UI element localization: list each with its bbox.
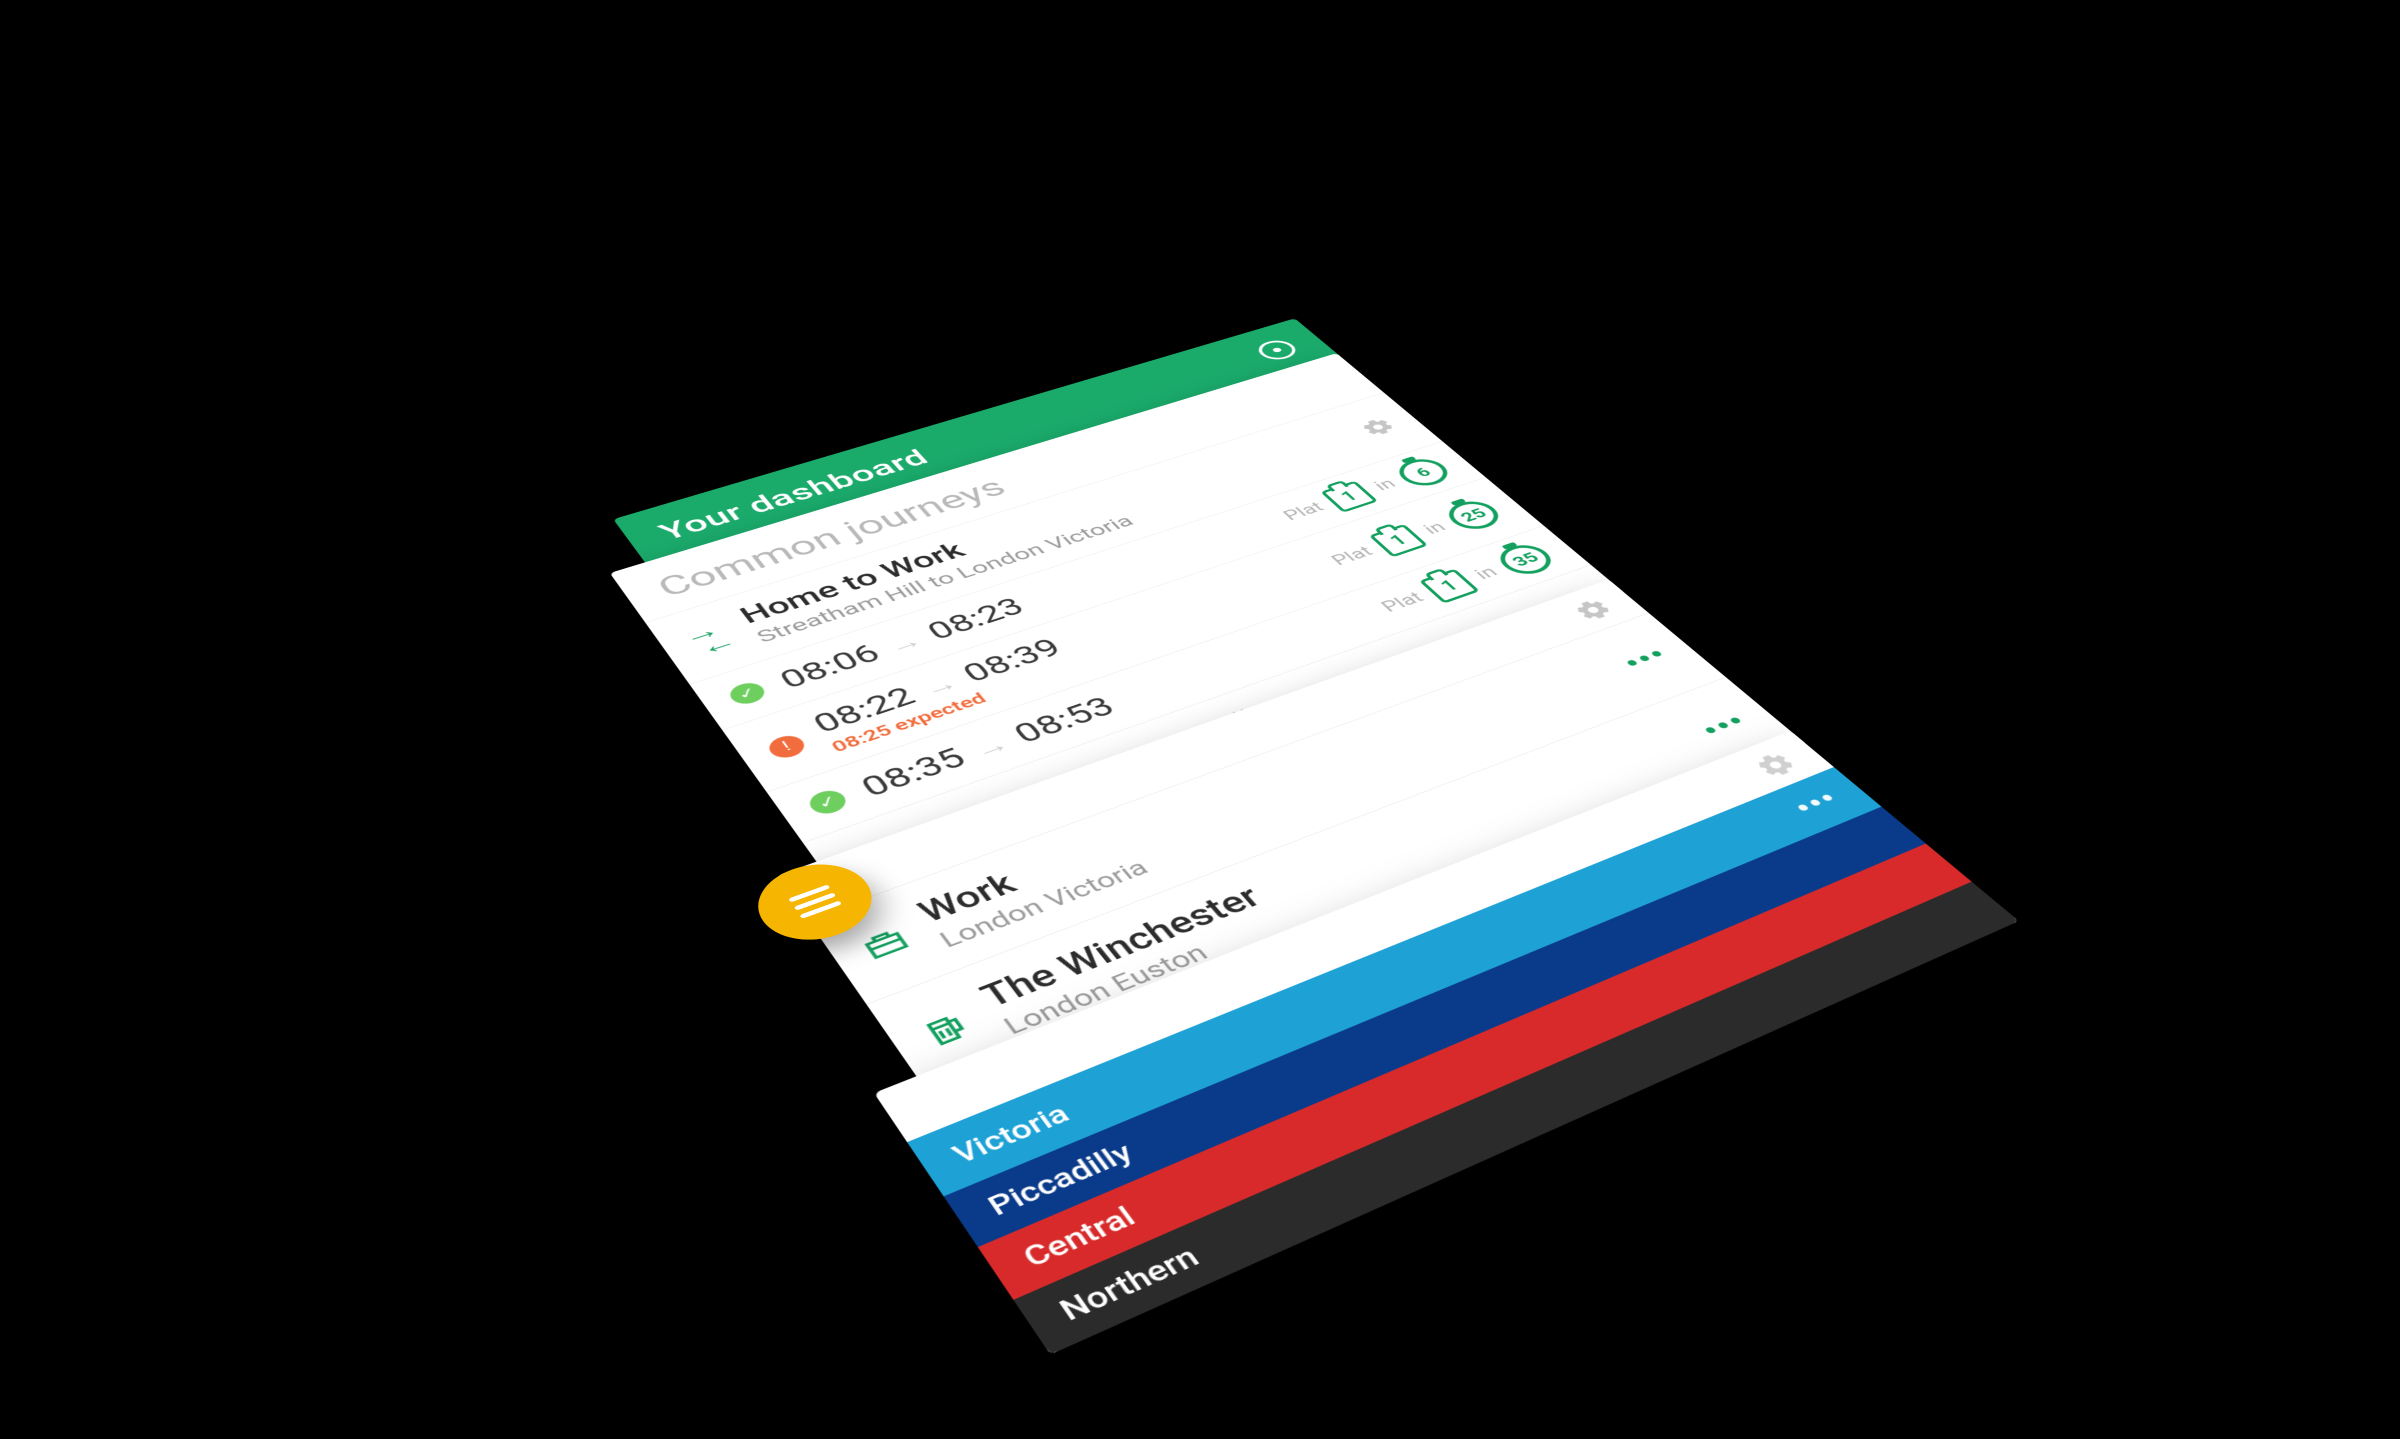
platform-label: Plat bbox=[1279, 499, 1328, 524]
status-warn-icon: ! bbox=[764, 731, 810, 760]
swap-icon[interactable]: →← bbox=[683, 620, 737, 657]
status-ok-icon: ✓ bbox=[804, 786, 851, 817]
arrow-icon: → bbox=[967, 730, 1016, 763]
more-icon[interactable]: ••• bbox=[1615, 641, 1678, 677]
gear-icon[interactable] bbox=[1356, 415, 1402, 439]
gear-icon[interactable] bbox=[1568, 595, 1619, 624]
timer-badge: 6 bbox=[1390, 454, 1457, 490]
in-label: in bbox=[1370, 475, 1400, 493]
in-label: in bbox=[1470, 563, 1502, 582]
platform-badge: 1 bbox=[1419, 568, 1480, 603]
arrow-icon: → bbox=[882, 628, 928, 658]
gear-icon[interactable] bbox=[1748, 748, 1803, 781]
platform-label: Plat bbox=[1327, 543, 1377, 569]
timer-badge: 35 bbox=[1491, 540, 1561, 579]
more-icon[interactable]: ••• bbox=[1693, 707, 1758, 745]
platform-badge: 1 bbox=[1369, 523, 1429, 556]
in-label: in bbox=[1419, 518, 1450, 537]
briefcase-icon bbox=[856, 922, 915, 963]
platform-badge: 1 bbox=[1320, 480, 1378, 512]
platform-label: Plat bbox=[1377, 588, 1429, 615]
timer-badge: 25 bbox=[1439, 496, 1507, 533]
beer-icon bbox=[917, 1008, 978, 1052]
locate-icon[interactable] bbox=[1252, 337, 1302, 363]
status-ok-icon: ✓ bbox=[725, 679, 769, 707]
